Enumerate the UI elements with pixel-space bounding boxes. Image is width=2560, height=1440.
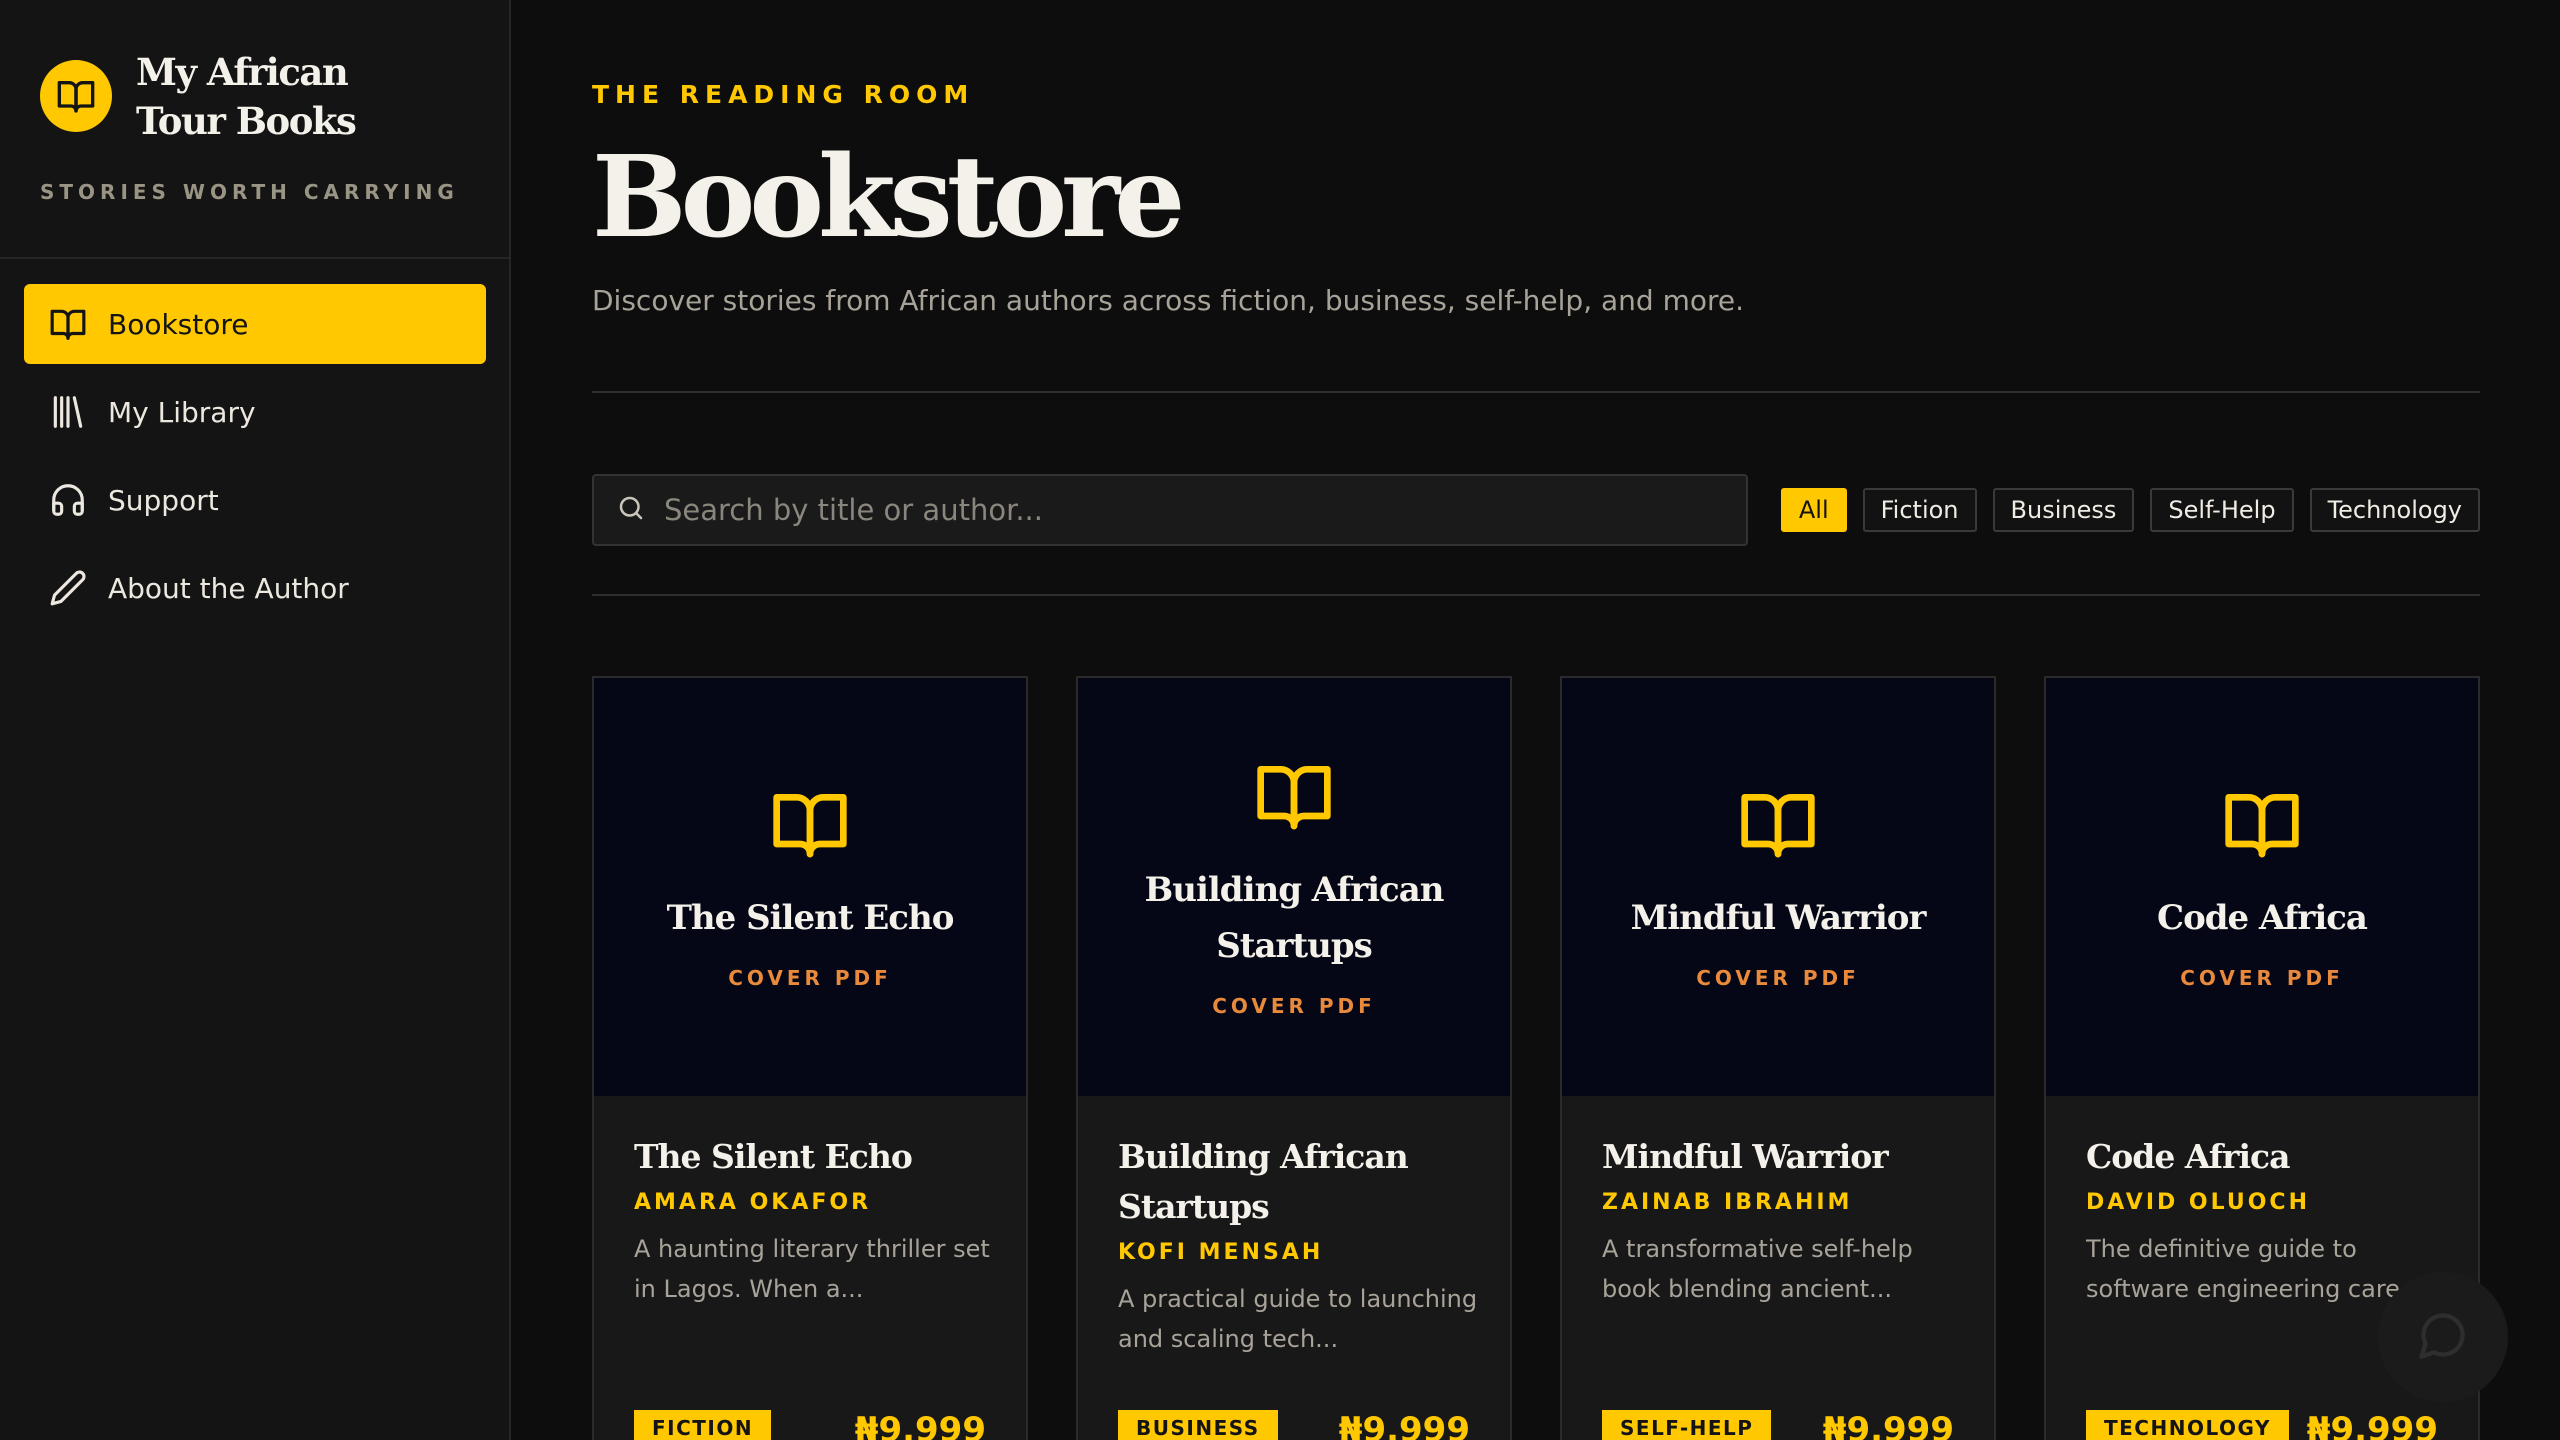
- book-price: ₦9,999: [854, 1410, 986, 1440]
- brand-name: My African Tour Books: [136, 50, 357, 143]
- book-description: A practical guide to launching and scali…: [1118, 1285, 1478, 1353]
- cover-label: COVER PDF: [728, 966, 892, 990]
- book-description: A transformative self-help book blending…: [1602, 1235, 1913, 1303]
- sidebar-item-support[interactable]: Support: [24, 460, 486, 540]
- sidebar: My African Tour Books STORIES WORTH CARR…: [0, 0, 511, 1440]
- filters-divider: [592, 594, 2480, 596]
- category-tag: SELF-HELP: [1602, 1410, 1772, 1440]
- cover-title: The Silent Echo: [666, 898, 955, 938]
- book-card[interactable]: Building African Startups COVER PDF Buil…: [1076, 676, 1512, 1440]
- open-book-icon: [48, 304, 88, 344]
- book-cover[interactable]: Mindful Warrior COVER PDF: [1562, 678, 1994, 1096]
- book-cover[interactable]: The Silent Echo COVER PDF: [594, 678, 1026, 1096]
- book-grid: The Silent Echo COVER PDF The Silent Ech…: [592, 676, 2480, 1440]
- pen-icon: [48, 568, 88, 608]
- sidebar-item-my-library[interactable]: My Library: [24, 372, 486, 452]
- category-tag: TECHNOLOGY: [2086, 1410, 2289, 1440]
- book-author: AMARA OKAFOR: [634, 1190, 872, 1215]
- sidebar-nav: Bookstore My Library Support About the A…: [24, 284, 486, 636]
- open-book-icon: [40, 60, 112, 132]
- book-price: ₦9,999: [1822, 1410, 1954, 1440]
- brand-tagline: STORIES WORTH CARRYING: [40, 180, 459, 204]
- book-description: A haunting literary thriller set in Lago…: [634, 1235, 990, 1303]
- book-author: ZAINAB IBRAHIM: [1602, 1190, 1853, 1215]
- page-subtitle: Discover stories from African authors ac…: [592, 284, 1745, 317]
- search-icon: [616, 493, 646, 527]
- sidebar-item-label: Support: [108, 483, 219, 517]
- book-cover[interactable]: Code Africa COVER PDF: [2046, 678, 2478, 1096]
- book-price: ₦9,999: [1338, 1410, 1470, 1440]
- cover-title: Mindful Warrior: [1630, 898, 1927, 938]
- book-title[interactable]: Mindful Warrior: [1602, 1132, 1954, 1182]
- header-divider: [592, 391, 2480, 393]
- book-cover[interactable]: Building African Startups COVER PDF: [1078, 678, 1510, 1096]
- filter-business[interactable]: Business: [1992, 488, 2135, 532]
- sidebar-item-label: My Library: [108, 395, 256, 429]
- open-book-icon: [2222, 784, 2302, 868]
- library-icon: [48, 392, 88, 432]
- sidebar-item-about-the-author[interactable]: About the Author: [24, 548, 486, 628]
- cover-title: Building African Startups: [1144, 870, 1445, 966]
- page-eyebrow: THE READING ROOM: [592, 80, 975, 109]
- open-book-icon: [1738, 784, 1818, 868]
- book-title[interactable]: Building African Startups: [1118, 1132, 1470, 1232]
- open-book-icon: [1254, 756, 1334, 840]
- cover-label: COVER PDF: [2180, 966, 2344, 990]
- book-card[interactable]: The Silent Echo COVER PDF The Silent Ech…: [592, 676, 1028, 1440]
- sidebar-divider: [0, 257, 511, 259]
- filter-technology[interactable]: Technology: [2309, 488, 2480, 532]
- search-input[interactable]: [664, 493, 1664, 527]
- chat-button[interactable]: [2378, 1272, 2508, 1402]
- category-filters: All Fiction Business Self-Help Technolog…: [1765, 488, 2480, 532]
- category-tag: BUSINESS: [1118, 1410, 1278, 1440]
- cover-label: COVER PDF: [1696, 966, 1860, 990]
- filter-self-help[interactable]: Self-Help: [2150, 488, 2294, 532]
- book-card[interactable]: Mindful Warrior COVER PDF Mindful Warrio…: [1560, 676, 1996, 1440]
- filter-all[interactable]: All: [1780, 488, 1847, 532]
- page-title: Bookstore: [592, 132, 1185, 263]
- book-author: KOFI MENSAH: [1118, 1240, 1324, 1265]
- open-book-icon: [770, 784, 850, 868]
- filter-fiction[interactable]: Fiction: [1862, 488, 1977, 532]
- category-tag: FICTION: [634, 1410, 772, 1440]
- cover-title: Code Africa: [2157, 898, 2368, 938]
- sidebar-item-label: Bookstore: [108, 307, 249, 341]
- brand[interactable]: My African Tour Books: [40, 48, 376, 146]
- headphones-icon: [48, 480, 88, 520]
- chat-bubble-icon: [2417, 1309, 2469, 1365]
- book-author: DAVID OLUOCH: [2086, 1190, 2310, 1215]
- sidebar-item-label: About the Author: [108, 571, 349, 605]
- book-price: ₦9,999: [2306, 1410, 2438, 1440]
- book-title[interactable]: Code Africa: [2086, 1132, 2438, 1182]
- search-box[interactable]: [592, 474, 1748, 546]
- sidebar-item-bookstore[interactable]: Bookstore: [24, 284, 486, 364]
- cover-label: COVER PDF: [1212, 994, 1376, 1018]
- book-title[interactable]: The Silent Echo: [634, 1132, 986, 1182]
